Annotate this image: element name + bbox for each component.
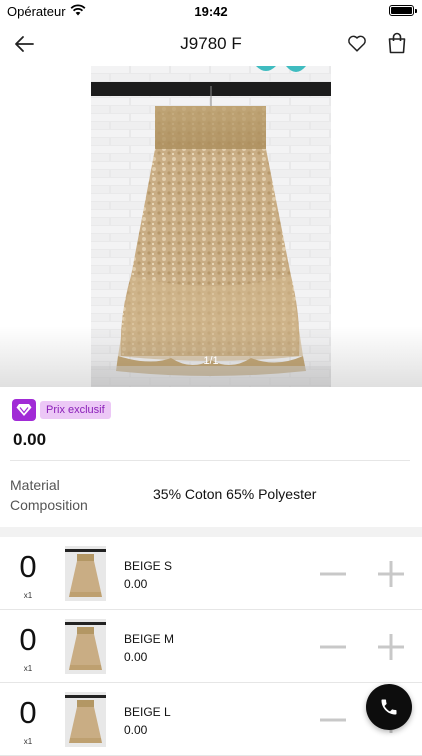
variant-quantity: 0 (19, 695, 37, 730)
minus-icon[interactable] (318, 705, 348, 735)
material-label: Material Composition (10, 477, 88, 513)
minus-icon[interactable] (318, 632, 348, 662)
variant-thumbnail[interactable] (65, 619, 106, 674)
exclusive-badge-label: Prix exclusif (40, 401, 111, 419)
variant-thumbnail[interactable] (65, 692, 106, 747)
variant-multiplier: x1 (23, 664, 33, 673)
product-image-gallery[interactable]: 1/1 (0, 66, 422, 387)
product-price: 0.00 (13, 430, 47, 449)
variant-thumbnail[interactable] (65, 546, 106, 601)
gallery-pager: 1/1 (203, 355, 219, 367)
variant-row: 0 x1 BEIGE M 0.00 (0, 610, 422, 683)
section-divider (0, 527, 422, 537)
status-bar: Opérateur 19:42 (0, 0, 422, 22)
variant-name: BEIGE M (124, 632, 175, 646)
variant-row: 0 x1 BEIGE L 0.00 (0, 683, 422, 756)
variant-name: BEIGE L (124, 705, 171, 719)
variant-price: 0.00 (124, 577, 148, 591)
variant-multiplier: x1 (23, 591, 33, 600)
phone-icon (381, 699, 397, 715)
exclusive-badge: Prix exclusif (12, 399, 111, 421)
status-time: 19:42 (194, 4, 228, 19)
variant-quantity: 0 (19, 622, 37, 657)
plus-icon[interactable] (376, 632, 406, 662)
plus-icon[interactable] (376, 559, 406, 589)
variant-name: BEIGE S (124, 559, 173, 573)
variant-multiplier: x1 (23, 737, 33, 746)
battery-icon (389, 5, 417, 16)
variant-quantity: 0 (19, 549, 37, 584)
minus-icon[interactable] (318, 559, 348, 589)
heart-icon[interactable] (346, 32, 368, 54)
variant-row: 0 x1 BEIGE S 0.00 (0, 537, 422, 610)
nav-bar: J9780 F (0, 22, 422, 66)
product-info: Prix exclusif 0.00 Material Composition … (0, 387, 422, 527)
material-value: 35% Coton 65% Polyester (153, 486, 317, 502)
call-button[interactable] (366, 684, 412, 730)
variant-price: 0.00 (124, 723, 148, 737)
shopping-bag-icon[interactable] (387, 32, 407, 54)
diamond-icon (12, 399, 36, 421)
variant-price: 0.00 (124, 650, 148, 664)
divider (10, 460, 410, 461)
variant-list: 0 x1 BEIGE S 0.00 0 x1 BEIGE M 0.00 0 x1… (0, 537, 422, 756)
